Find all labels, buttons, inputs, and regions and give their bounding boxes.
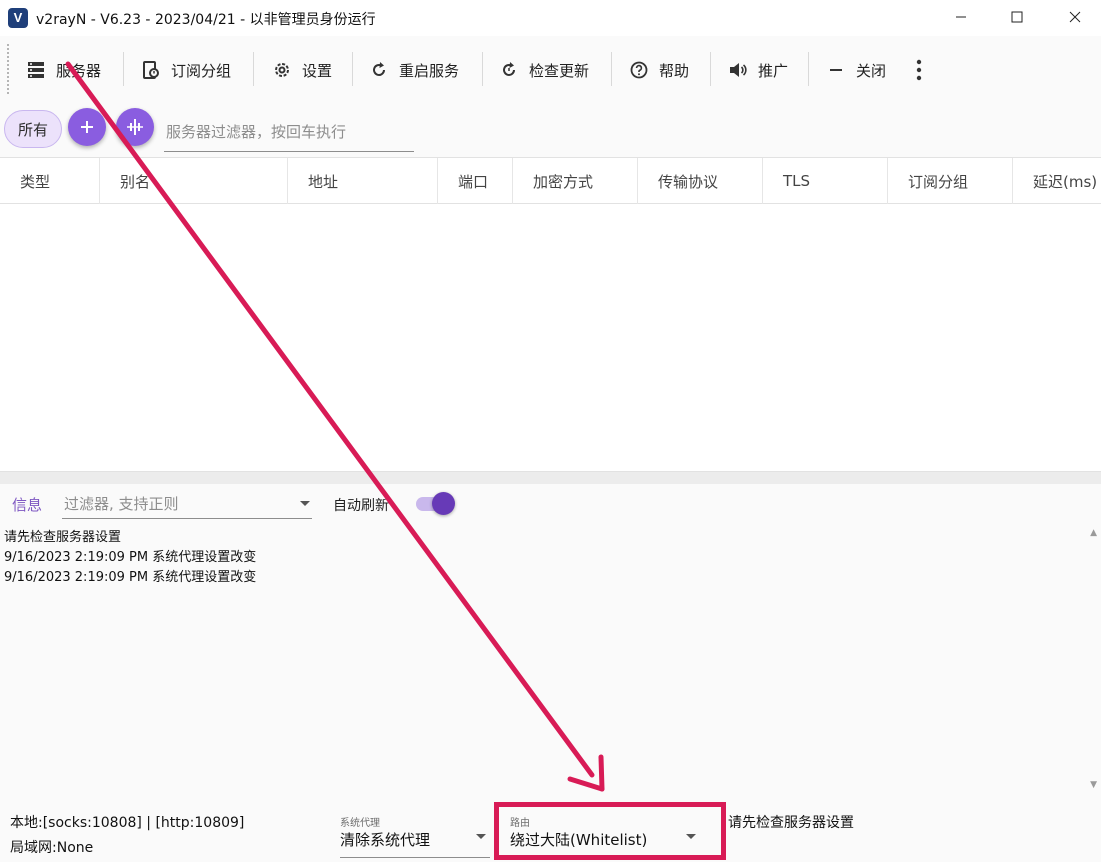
split-icon xyxy=(127,119,143,135)
toolbar-grip[interactable] xyxy=(7,44,10,94)
gear-icon xyxy=(275,63,289,77)
minus-icon xyxy=(830,69,842,71)
toolbar-divider xyxy=(123,52,124,86)
subscription-icon xyxy=(143,61,159,79)
log-line: 9/16/2023 2:19:09 PM 系统代理设置改变 xyxy=(4,570,257,585)
log-line: 9/16/2023 2:19:09 PM 系统代理设置改变 xyxy=(4,550,257,565)
filter-all-chip[interactable]: 所有 xyxy=(4,110,62,148)
help-label: 帮助 xyxy=(659,61,690,80)
server-table[interactable]: 类型 别名 地址 端口 加密方式 传输协议 TLS 订阅分组 延迟(ms) xyxy=(0,157,1101,472)
promote-button[interactable]: 推广 xyxy=(728,56,788,84)
help-icon xyxy=(630,61,648,79)
log-line: 请先检查服务器设置 xyxy=(4,530,122,545)
promote-label: 推广 xyxy=(758,61,789,80)
lan-text: 局域网:None xyxy=(10,840,94,856)
more-button[interactable] xyxy=(909,56,929,84)
check-update-button[interactable]: 检查更新 xyxy=(499,56,589,84)
title-bar: V v2rayN - V6.23 - 2023/04/21 - 以非管理员身份运… xyxy=(0,0,1101,36)
check-update-label: 检查更新 xyxy=(529,61,590,80)
local-ports-text: 本地:[socks:10808] | [http:10809] xyxy=(10,815,245,831)
servers-label: 服务器 xyxy=(56,61,102,80)
help-button[interactable]: 帮助 xyxy=(629,56,689,84)
chevron-down-icon xyxy=(300,501,310,506)
system-proxy-label: 系统代理 xyxy=(340,818,380,829)
maximize-icon[interactable] xyxy=(994,0,1040,34)
auto-refresh-toggle[interactable] xyxy=(414,492,456,515)
settings-button[interactable]: 设置 xyxy=(272,56,332,84)
column-header-encryption[interactable]: 加密方式 xyxy=(513,158,638,204)
toolbar-divider xyxy=(808,52,809,86)
column-header-latency[interactable]: 延迟(ms) xyxy=(1013,158,1101,204)
column-header-tls[interactable]: TLS xyxy=(763,158,888,204)
toolbar-divider xyxy=(352,52,353,86)
table-header: 类型 别名 地址 端口 加密方式 传输协议 TLS 订阅分组 延迟(ms) xyxy=(0,158,1101,204)
toolbar-divider xyxy=(482,52,483,86)
close-app-button[interactable]: 关闭 xyxy=(826,56,886,84)
more-vert-icon xyxy=(916,59,922,81)
panel-splitter[interactable] xyxy=(0,472,1101,484)
system-proxy-select[interactable]: 系统代理 清除系统代理 xyxy=(340,814,490,858)
status-message: 请先检查服务器设置 xyxy=(728,815,854,831)
scroll-down-icon[interactable]: ▼ xyxy=(1090,780,1097,790)
chevron-down-icon xyxy=(476,834,486,839)
server-filter-input[interactable] xyxy=(164,112,414,152)
column-header-alias[interactable]: 别名 xyxy=(100,158,288,204)
toolbar-divider xyxy=(253,52,254,86)
column-header-subscription[interactable]: 订阅分组 xyxy=(888,158,1013,204)
combo-underline xyxy=(340,857,490,858)
close-app-label: 关闭 xyxy=(856,61,887,80)
message-filter-combo[interactable]: 过滤器, 支持正则 xyxy=(62,489,312,519)
column-header-transport[interactable]: 传输协议 xyxy=(638,158,763,204)
restart-icon xyxy=(373,62,385,76)
toolbar-divider xyxy=(710,52,711,86)
message-panel xyxy=(0,484,1101,800)
toggle-knob xyxy=(432,492,455,515)
window-title: v2rayN - V6.23 - 2023/04/21 - 以非管理员身份运行 xyxy=(36,12,376,28)
speaker-icon xyxy=(730,63,747,77)
settings-label: 设置 xyxy=(302,61,333,80)
column-header-type[interactable]: 类型 xyxy=(0,158,100,204)
toolbar-divider xyxy=(611,52,612,86)
server-action-button[interactable] xyxy=(116,108,154,146)
system-proxy-value: 清除系统代理 xyxy=(340,831,431,849)
subscription-label: 订阅分组 xyxy=(171,61,232,80)
subscription-button[interactable]: 订阅分组 xyxy=(141,56,231,84)
annotation-highlight-box xyxy=(494,802,726,860)
update-icon xyxy=(503,62,515,76)
column-header-address[interactable]: 地址 xyxy=(288,158,438,204)
restart-service-label: 重启服务 xyxy=(399,61,460,80)
app-logo: V xyxy=(8,8,28,28)
column-header-port[interactable]: 端口 xyxy=(438,158,513,204)
restart-service-button[interactable]: 重启服务 xyxy=(369,56,459,84)
server-icon xyxy=(28,62,44,78)
auto-refresh-label: 自动刷新 xyxy=(333,498,389,514)
plus-icon xyxy=(81,121,93,133)
tab-info[interactable]: 信息 xyxy=(12,494,42,515)
scroll-up-icon[interactable]: ▲ xyxy=(1090,528,1097,538)
servers-button[interactable]: 服务器 xyxy=(26,56,101,84)
close-icon[interactable] xyxy=(1052,0,1098,34)
minimize-icon[interactable] xyxy=(938,0,984,34)
message-filter-placeholder: 过滤器, 支持正则 xyxy=(64,495,179,513)
add-server-button[interactable] xyxy=(68,108,106,146)
